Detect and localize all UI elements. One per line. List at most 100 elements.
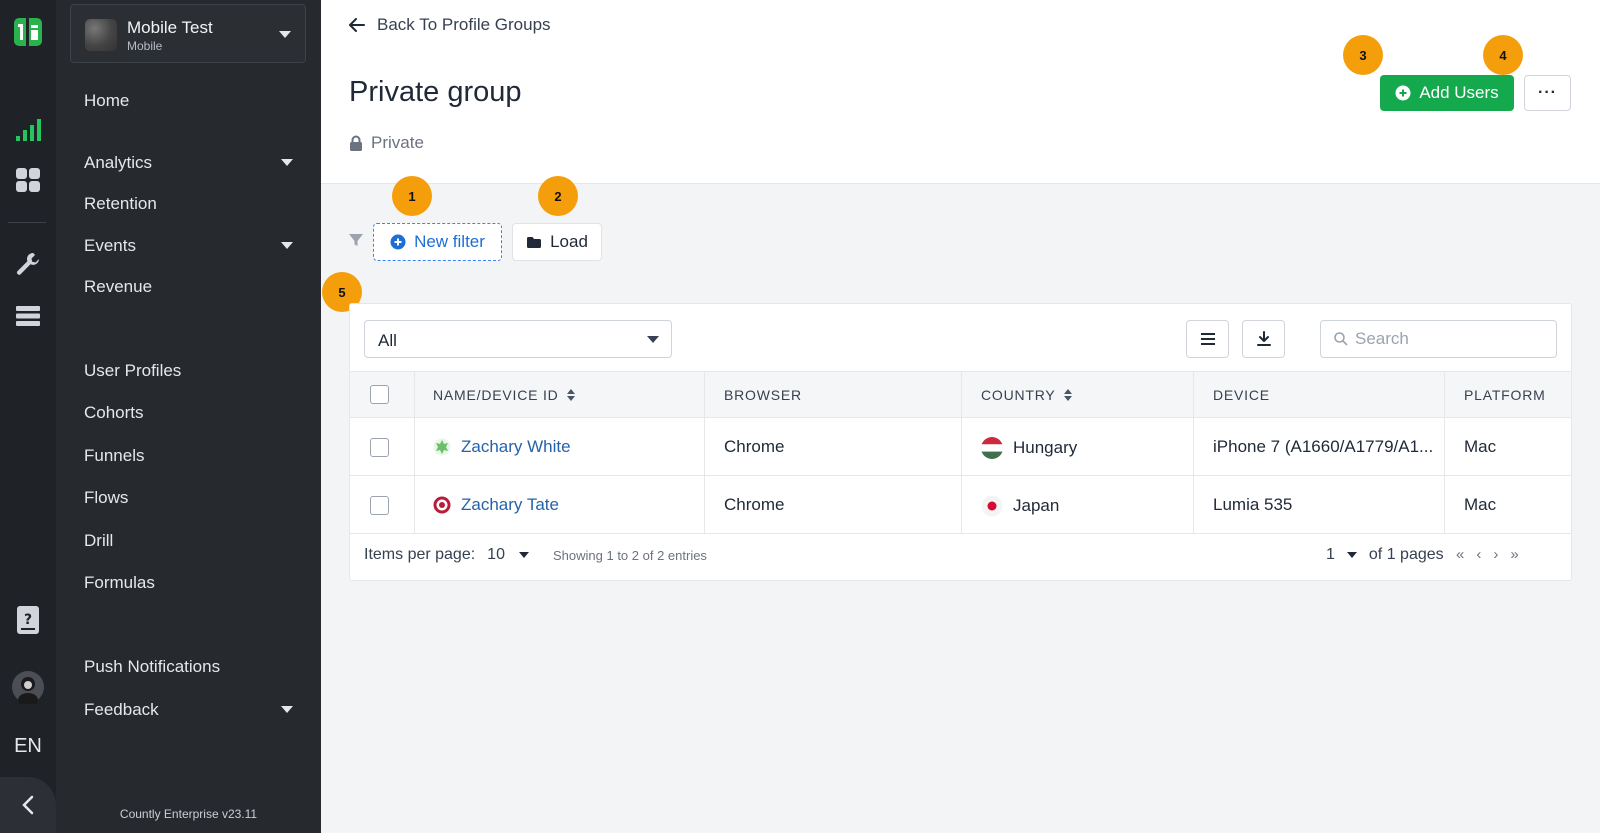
arrow-left-icon [349,18,365,32]
chevron-down-icon [281,159,293,166]
country-name: Hungary [1013,438,1078,457]
table-row[interactable]: Zachary White Chrome Hungary iPhone 7 (A… [350,418,1571,476]
plus-circle-icon [1395,85,1411,101]
rail-divider [8,222,46,223]
column-header-country[interactable]: COUNTRY [981,387,1072,403]
nav-sidebar: Mobile Test Mobile Home Analytics Retent… [56,0,321,833]
chevron-down-icon [647,336,659,343]
add-users-button[interactable]: Add Users [1380,75,1514,111]
privacy-label: Private [371,133,424,152]
more-options-button[interactable]: ··· [1524,75,1571,111]
annotation-badge-1: 1 [392,176,432,216]
hungary-flag-icon [981,437,1003,459]
browser-cell: Chrome [724,495,785,514]
nav-item-events[interactable]: Events [84,236,136,256]
list-icon [1200,333,1215,345]
nav-item-cohorts[interactable]: Cohorts [84,403,144,423]
items-per-page-label: Items per page: [364,546,476,563]
load-button[interactable]: Load [512,223,602,261]
users-table-card: All NAME/DEVICE ID BROWSER COUNTRY DEV [349,303,1572,581]
entries-summary: Showing 1 to 2 of 2 entries [553,548,707,563]
nav-item-formulas[interactable]: Formulas [84,573,155,593]
country-name: Japan [1013,496,1060,515]
nav-item-retention[interactable]: Retention [84,194,157,214]
table-row[interactable]: Zachary Tate Chrome Japan Lumia 535 Mac [350,476,1571,534]
back-link[interactable]: Back To Profile Groups [349,15,551,35]
column-header-browser[interactable]: BROWSER [724,387,802,403]
user-identicon-icon [433,438,451,456]
pagination-bar: Items per page: 10 Showing 1 to 2 of 2 e… [350,538,1571,580]
page-header: Back To Profile Groups Private group Pri… [321,0,1600,184]
column-header-name-label: NAME/DEVICE ID [433,387,559,403]
dashboard-grid-icon[interactable] [0,166,56,194]
nav-item-home[interactable]: Home [84,91,129,111]
annotation-badge-4: 4 [1483,35,1523,75]
nav-item-user-profiles[interactable]: User Profiles [84,361,181,381]
back-link-label: Back To Profile Groups [377,15,551,34]
app-selector[interactable]: Mobile Test Mobile [70,4,306,63]
items-per-page-select[interactable]: 10 [487,546,529,564]
database-icon[interactable] [0,303,56,329]
country-cell: Japan [981,495,1059,517]
nav-item-drill[interactable]: Drill [84,531,113,551]
last-page-icon[interactable]: » [1510,546,1518,563]
column-header-name[interactable]: NAME/DEVICE ID [433,387,575,403]
collapse-sidebar-button[interactable] [0,777,56,833]
user-name-link[interactable]: Zachary White [433,437,571,457]
row-checkbox[interactable] [370,496,389,515]
platform-cell: Mac [1464,495,1497,514]
nav-item-flows[interactable]: Flows [84,488,128,508]
total-pages-label: of 1 pages [1368,546,1444,563]
segment-select[interactable]: All [364,320,672,358]
countly-logo-icon[interactable] [0,14,56,50]
japan-flag-icon [981,495,1003,517]
analytics-bars-icon[interactable] [0,116,56,144]
first-page-icon[interactable]: « [1456,546,1464,563]
funnel-filter-icon [349,234,363,246]
annotation-badge-2: 2 [538,176,578,216]
column-header-device[interactable]: DEVICE [1213,387,1270,403]
country-cell: Hungary [981,437,1077,459]
nav-item-revenue[interactable]: Revenue [84,277,152,297]
nav-item-funnels[interactable]: Funnels [84,446,144,466]
user-name-link[interactable]: Zachary Tate [433,495,559,515]
chevron-down-icon [281,242,293,249]
column-settings-button[interactable] [1186,320,1229,358]
nav-item-push-notifications[interactable]: Push Notifications [84,657,220,677]
load-label: Load [550,232,588,251]
search-icon [1334,332,1348,346]
next-page-icon[interactable]: › [1493,546,1498,563]
icon-rail: ? EN [0,0,56,833]
app-name: Mobile Test [127,18,213,37]
language-label[interactable]: EN [0,732,56,760]
main-content: Back To Profile Groups Private group Pri… [321,0,1600,833]
wrench-icon[interactable] [0,250,56,278]
folder-icon [527,236,542,248]
export-button[interactable] [1242,320,1285,358]
page-navigation: « ‹ › » [1456,546,1519,563]
page-select[interactable]: 1 [1326,546,1357,564]
help-book-icon[interactable]: ? [0,604,56,636]
device-cell: Lumia 535 [1213,495,1293,514]
chevron-left-icon [22,795,34,815]
svg-text:?: ? [24,612,32,628]
select-all-checkbox[interactable] [370,385,389,404]
nav-item-feedback[interactable]: Feedback [84,700,159,720]
user-name: Zachary White [461,437,571,456]
chevron-down-icon [1346,552,1357,558]
items-per-page-value: 10 [487,546,505,563]
annotation-badge-3: 3 [1343,35,1383,75]
app-thumbnail [85,19,117,51]
previous-page-icon[interactable]: ‹ [1476,546,1481,563]
segment-select-value: All [378,331,397,350]
user-identicon-icon [433,496,451,514]
user-avatar-icon[interactable] [0,670,56,704]
nav-item-analytics[interactable]: Analytics [84,153,152,173]
search-input[interactable] [1355,329,1545,349]
version-label: Countly Enterprise v23.11 [119,807,258,821]
platform-cell: Mac [1464,437,1497,456]
row-checkbox[interactable] [370,438,389,457]
column-header-platform[interactable]: PLATFORM [1464,387,1546,403]
download-icon [1256,331,1271,346]
new-filter-button[interactable]: New filter [373,223,502,261]
